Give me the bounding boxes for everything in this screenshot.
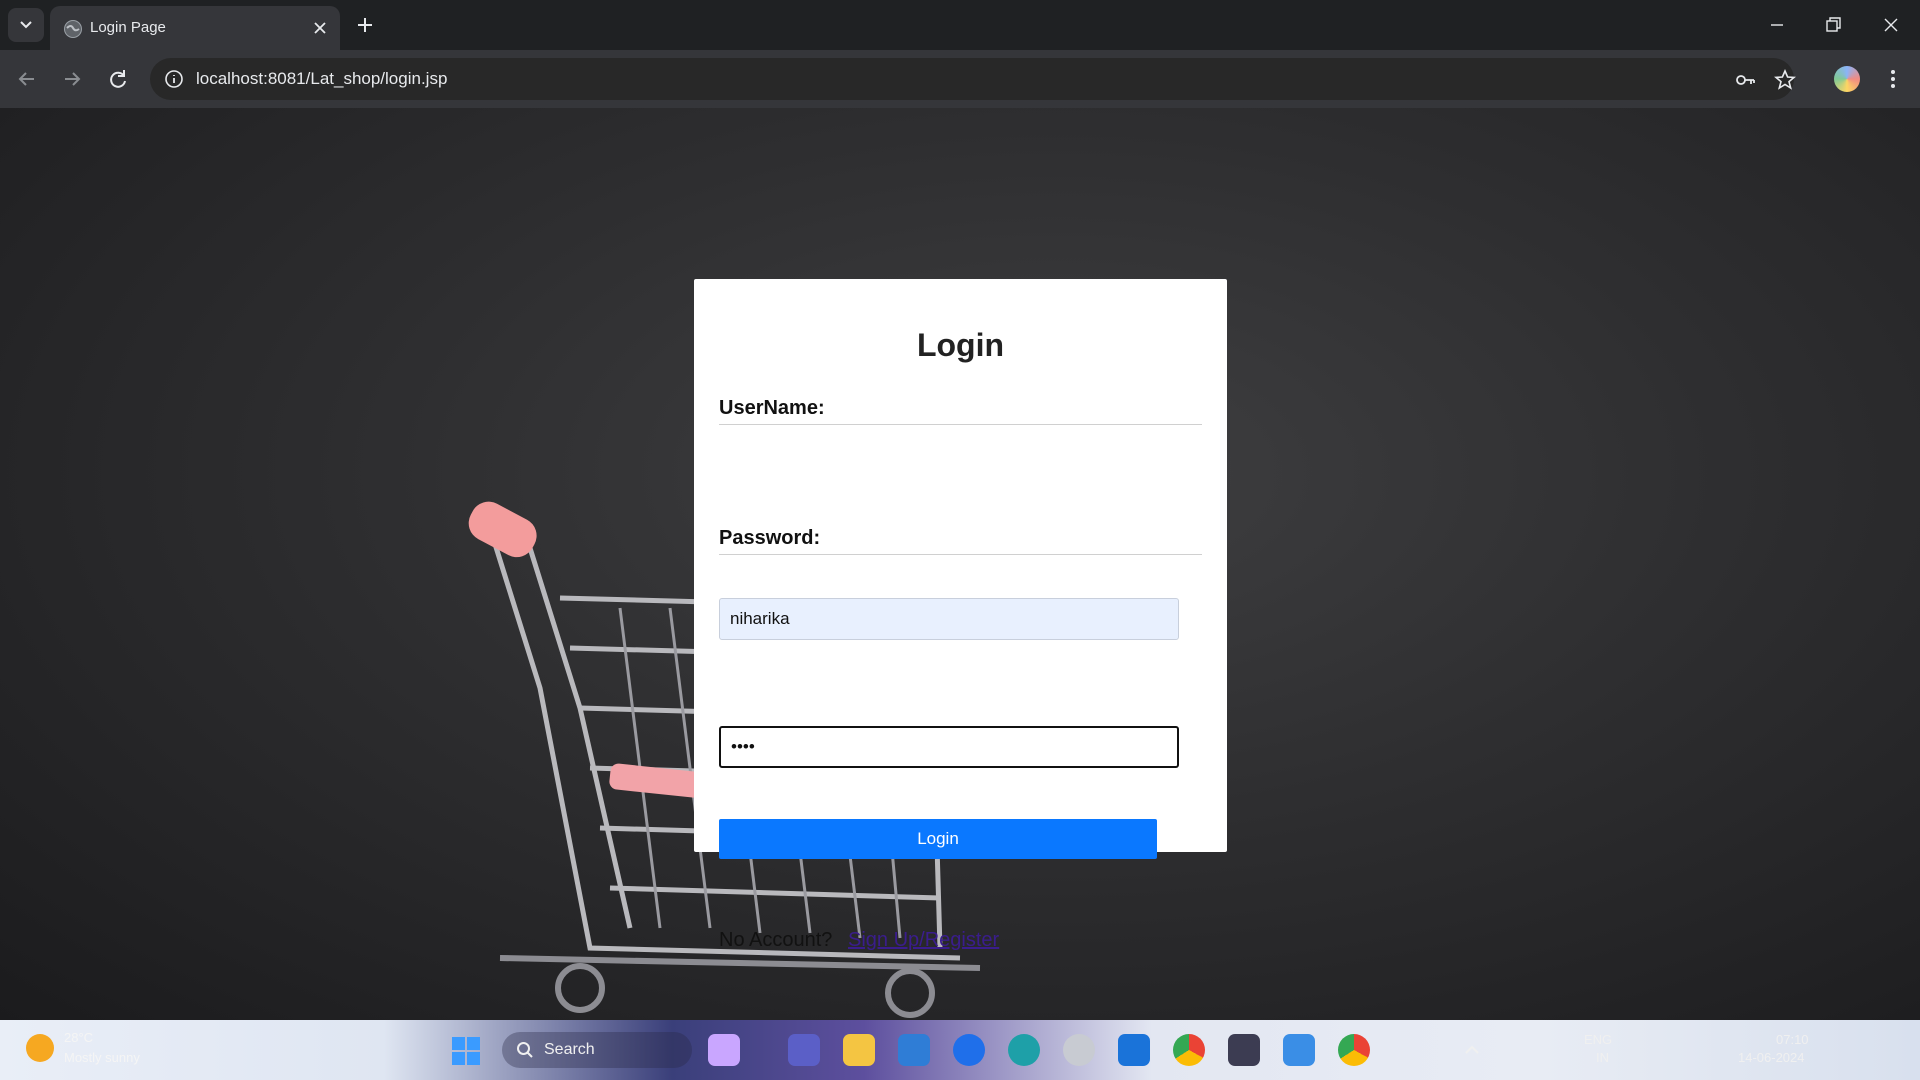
star-icon[interactable] [1774, 69, 1796, 91]
language-code[interactable]: ENG [1584, 1032, 1612, 1047]
password-divider [719, 554, 1202, 555]
username-divider [719, 424, 1202, 425]
username-input[interactable] [719, 598, 1179, 640]
login-button[interactable]: Login [719, 819, 1157, 859]
login-card: Login UserName: Password: Login No Accou… [694, 279, 1227, 951]
chevron-down-icon [20, 21, 32, 29]
back-button[interactable] [12, 64, 42, 94]
reload-button[interactable] [103, 64, 133, 94]
mail-app-icon[interactable] [1118, 1034, 1150, 1066]
signup-link[interactable]: Sign Up/Register [848, 929, 999, 952]
chrome-dev-app-icon[interactable] [1338, 1034, 1370, 1066]
weather-sun-icon[interactable] [26, 1034, 54, 1062]
arrow-right-icon [65, 72, 81, 86]
arrow-left-icon [18, 72, 34, 86]
dell-app-icon[interactable] [1063, 1034, 1095, 1066]
minimize-button[interactable] [1762, 10, 1792, 40]
minimize-icon [1771, 24, 1783, 26]
close-window-button[interactable] [1876, 10, 1906, 40]
weather-temperature[interactable]: 28°C [64, 1030, 93, 1045]
clock-time[interactable]: 07:10 [1776, 1032, 1809, 1047]
reload-icon [110, 70, 126, 88]
address-bar[interactable]: localhost:8081/Lat_shop/login.jsp [150, 58, 1796, 100]
plus-icon [358, 18, 372, 32]
terminal-app-icon[interactable] [1228, 1034, 1260, 1066]
file-explorer-icon[interactable] [843, 1034, 875, 1066]
password-label: Password: [719, 527, 821, 549]
zoom-app-icon[interactable] [953, 1034, 985, 1066]
search-icon [517, 1042, 533, 1058]
url-text[interactable]: localhost:8081/Lat_shop/login.jsp [196, 69, 447, 89]
no-account-text: No Account? [719, 929, 833, 951]
profile-avatar[interactable] [1834, 66, 1860, 92]
username-label: UserName: [719, 397, 825, 419]
new-tab-button[interactable] [352, 12, 378, 38]
login-title: Login [916, 327, 1005, 363]
browser-tab[interactable]: Login Page [50, 6, 340, 50]
close-icon [1884, 18, 1898, 32]
windows-taskbar: 28°C Mostly sunny Search ENG IN 07:10 14… [0, 1020, 1920, 1080]
tab-title: Login Page [90, 19, 166, 36]
chrome-app-icon[interactable] [1173, 1034, 1205, 1066]
start-button[interactable] [452, 1037, 480, 1065]
site-info-icon[interactable] [164, 69, 184, 89]
widgets-app-icon[interactable] [708, 1034, 740, 1066]
taskbar-search[interactable]: Search [502, 1032, 692, 1068]
globe-icon [64, 20, 82, 38]
close-tab-icon[interactable] [310, 18, 330, 38]
browser-menu-button[interactable] [1882, 64, 1904, 94]
forward-button[interactable] [57, 64, 87, 94]
page-background: Login UserName: Password: Login No Accou… [0, 108, 1920, 1020]
photos-app-icon[interactable] [898, 1034, 930, 1066]
tab-search-button[interactable] [8, 8, 44, 42]
notepad-app-icon[interactable] [1283, 1034, 1315, 1066]
search-label: Search [544, 1041, 595, 1058]
browser-toolbar: localhost:8081/Lat_shop/login.jsp [0, 50, 1920, 108]
weather-description[interactable]: Mostly sunny [64, 1050, 140, 1065]
clock-date[interactable]: 14-06-2024 [1738, 1050, 1805, 1065]
teams-app-icon[interactable] [788, 1034, 820, 1066]
password-key-icon[interactable] [1734, 69, 1756, 91]
restore-button[interactable] [1818, 10, 1848, 40]
more-vertical-icon [1891, 70, 1895, 88]
tab-strip: Login Page [0, 0, 1920, 50]
chevron-up-icon[interactable] [1462, 1040, 1482, 1060]
region-code[interactable]: IN [1596, 1050, 1609, 1065]
password-input[interactable] [719, 726, 1179, 768]
edge-browser-icon[interactable] [1008, 1034, 1040, 1066]
restore-icon [1826, 17, 1841, 32]
